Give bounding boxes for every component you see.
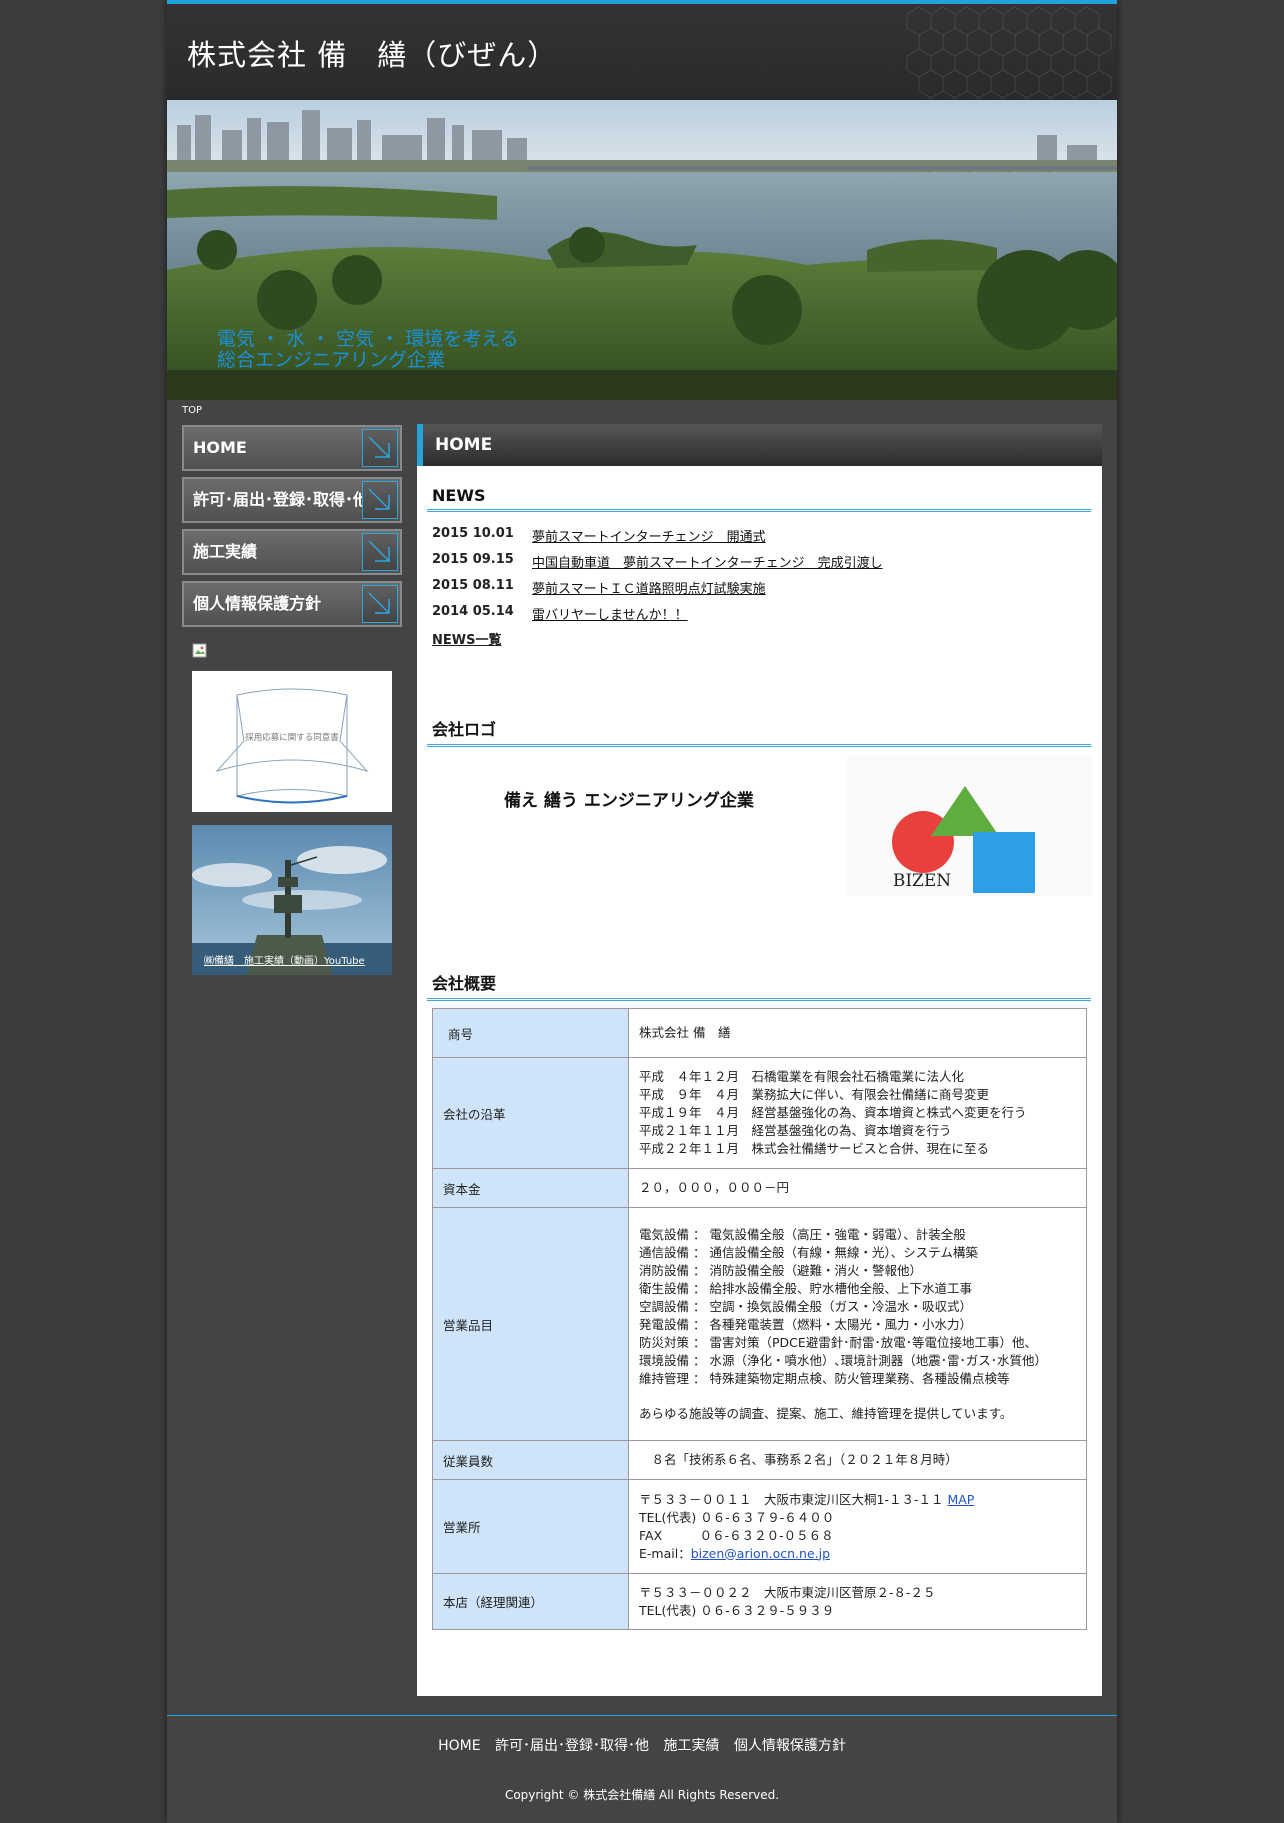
footer-link-works[interactable]: 施工実績 <box>663 1738 719 1754</box>
news-link[interactable]: 夢前スマートインターチェンジ 開通式 <box>532 526 766 545</box>
row-key: 営業所 <box>432 1479 629 1574</box>
history-line: 平成２２年１１月 株式会社備繕サービスと合併、現在に至る <box>639 1141 990 1156</box>
table-row: 商号 株式会社 備 繕 <box>432 1008 1087 1058</box>
youtube-video-banner[interactable]: ㈱備繕 施工実績（動画）YouTube <box>192 825 392 975</box>
arrow-down-right-icon <box>362 585 398 623</box>
row-key: 会社の沿革 <box>432 1057 629 1169</box>
broken-image-icon[interactable] <box>192 643 208 659</box>
row-value: 平成 ４年１２月 石橋電業を有限会社石橋電業に法人化 平成 ９年 ４月 業務拡大… <box>628 1057 1087 1169</box>
table-row: 営業所 〒５３３－００１１ 大阪市東淀川区大桐1-１３-１１ MAP TEL(代… <box>432 1479 1087 1574</box>
page-wrapper: 株式会社 備 繕（びぜん） 電気 ・ 水 ・ 空気 ・ 環境を考える 総合エンジ… <box>167 0 1117 1823</box>
row-value: ２０，０００，０００－円 <box>628 1168 1087 1208</box>
email-link[interactable]: bizen@arion.ocn.ne.jp <box>691 1546 830 1561</box>
business-line: 環境設備 ： 水源（浄化・噴水他）､環境計測器（地震･雷･ガス･水質他） <box>639 1352 1047 1368</box>
breadcrumb[interactable]: TOP <box>182 405 202 416</box>
hero-tagline: 電気 ・ 水 ・ 空気 ・ 環境を考える 総合エンジニアリング企業 <box>217 329 519 371</box>
consent-banner-text: 採用応募に関する同意書 <box>245 732 339 743</box>
row-key: 営業品目 <box>432 1207 629 1441</box>
news-date: 2015 09.15 <box>432 552 514 567</box>
table-row: 会社の沿革 平成 ４年１２月 石橋電業を有限会社石橋電業に法人化 平成 ９年 ４… <box>432 1057 1087 1169</box>
logo-slogan: 備え 繕う エンジニアリング企業 <box>504 791 754 811</box>
hero-banner: 電気 ・ 水 ・ 空気 ・ 環境を考える 総合エンジニアリング企業 <box>167 100 1117 400</box>
office-fax: FAX ０６-６３２０-０５６８ <box>639 1527 834 1543</box>
nav-privacy-button[interactable]: 個人情報保護方針 <box>182 581 402 627</box>
footer-divider <box>167 1715 1117 1716</box>
logo-wordmark: BIZEN <box>893 871 951 891</box>
history-line: 平成 ９年 ４月 業務拡大に伴い、有限会社備繕に商号変更 <box>639 1087 990 1102</box>
email-label: E-mail： <box>639 1545 691 1561</box>
table-row: 従業員数 ８名「技術系６名、事務系２名」（２０２１年８月時） <box>432 1440 1087 1480</box>
row-value: ８名「技術系６名、事務系２名」（２０２１年８月時） <box>628 1440 1087 1480</box>
footer-navigation: HOME 許可･届出･登録･取得･他 施工実績 個人情報保護方針 <box>167 1735 1117 1755</box>
business-note: あらゆる施設等の調査、提案、施工、維持管理を提供しています。 <box>639 1405 1013 1421</box>
consent-form-banner[interactable]: 採用応募に関する同意書 <box>192 671 392 812</box>
news-link[interactable]: 中国自動車道 夢前スマートインターチェンジ 完成引渡し <box>532 552 883 571</box>
business-line: 維持管理 ： 特殊建築物定期点検、防火管理業務、各種設備点検等 <box>639 1370 1010 1386</box>
nav-home-label: HOME <box>193 438 247 457</box>
main-content: NEWS 2015 10.01 夢前スマートインターチェンジ 開通式 2015 … <box>417 466 1102 1696</box>
business-line: 電気設備 ： 電気設備全般（高圧・強電・弱電）、計装全般 <box>639 1226 966 1242</box>
overview-section-title: 会社概要 <box>427 970 1091 1001</box>
history-line: 平成２１年１１月 経営基盤強化の為、資本増資を行う <box>639 1123 952 1138</box>
news-link[interactable]: 雷バリヤーしませんか！！ <box>532 604 688 623</box>
logo-section-title: 会社ロゴ <box>427 716 1091 747</box>
table-row: 本店（経理関連） 〒５３３－００２２ 大阪市東淀川区菅原２-８-２５ TEL(代… <box>432 1573 1087 1630</box>
bizen-logo: BIZEN <box>847 756 1092 896</box>
nav-privacy-label: 個人情報保護方針 <box>193 594 322 613</box>
news-date: 2014 05.14 <box>432 604 514 619</box>
news-date: 2015 10.01 <box>432 526 514 541</box>
row-key: 本店（経理関連） <box>432 1573 629 1630</box>
footer-link-home[interactable]: HOME <box>438 1738 480 1754</box>
arrow-down-right-icon <box>362 481 398 519</box>
arrow-down-right-icon <box>362 533 398 571</box>
row-value: 〒５３３－００２２ 大阪市東淀川区菅原２-８-２５ TEL(代表) ０６-６３２… <box>628 1573 1087 1630</box>
nav-works-label: 施工実績 <box>193 542 258 561</box>
row-key: 資本金 <box>432 1168 629 1208</box>
company-overview-table: 商号 株式会社 備 繕 会社の沿革 平成 ４年１２月 石橋電業を有限会社石橋電業… <box>432 1008 1087 1630</box>
headoffice-address: 〒５３３－００２２ 大阪市東淀川区菅原２-８-２５ <box>639 1584 936 1600</box>
table-row: 営業品目 電気設備 ： 電気設備全般（高圧・強電・弱電）、計装全般 通信設備 ：… <box>432 1207 1087 1441</box>
business-line: 防災対策 ： 雷害対策（PDCE避雷針･耐雷･放電･等電位接地工事）他、 <box>639 1334 1037 1350</box>
nav-home-button[interactable]: HOME <box>182 425 402 471</box>
history-line: 平成 ４年１２月 石橋電業を有限会社石橋電業に法人化 <box>639 1069 965 1084</box>
row-key: 従業員数 <box>432 1440 629 1480</box>
page-title: HOME <box>417 424 1102 466</box>
business-line: 通信設備 ： 通信設備全般（有線・無線・光）、システム構築 <box>639 1244 978 1260</box>
row-value: 電気設備 ： 電気設備全般（高圧・強電・弱電）、計装全般 通信設備 ： 通信設備… <box>628 1207 1087 1441</box>
headoffice-tel: TEL(代表) ０６-６３２９-５９３９ <box>639 1602 835 1618</box>
tagline-line-1: 電気 ・ 水 ・ 空気 ・ 環境を考える <box>217 328 519 350</box>
business-line: 空調設備 ： 空調・換気設備全般（ガス・冷温水・吸収式） <box>639 1298 972 1314</box>
side-navigation: HOME 許可･届出･登録･取得･他 施工実績 個人情報保護方針 <box>182 425 402 633</box>
map-link[interactable]: MAP <box>947 1492 974 1507</box>
news-section-title: NEWS <box>427 486 1091 512</box>
news-date: 2015 08.11 <box>432 578 514 593</box>
business-line: 衛生設備 ： 給排水設備全般、貯水槽他全般、上下水道工事 <box>639 1280 972 1296</box>
history-line: 平成１９年 ４月 経営基盤強化の為、資本増資と株式へ変更を行う <box>639 1105 1027 1120</box>
site-title[interactable]: 株式会社 備 繕（びぜん） <box>187 32 557 74</box>
footer-link-privacy[interactable]: 個人情報保護方針 <box>734 1738 846 1754</box>
row-value: 株式会社 備 繕 <box>628 1008 1087 1058</box>
site-header: 株式会社 備 繕（びぜん） <box>167 4 1117 100</box>
hexagon-pattern <box>906 6 1112 99</box>
youtube-video-caption[interactable]: ㈱備繕 施工実績（動画）YouTube <box>204 952 365 967</box>
copyright: Copyright © 株式会社備繕 All Rights Reserved. <box>504 1788 780 1802</box>
row-value: 〒５３３－００１１ 大阪市東淀川区大桐1-１３-１１ MAP TEL(代表) ０… <box>628 1479 1087 1574</box>
news-link[interactable]: 夢前スマートＩＣ道路照明点灯試験実施 <box>532 578 766 597</box>
news-list-link[interactable]: NEWS一覧 <box>432 629 501 648</box>
table-row: 資本金 ２０，０００，０００－円 <box>432 1168 1087 1208</box>
arrow-down-right-icon <box>362 429 398 467</box>
scroll-document-image: 採用応募に関する同意書 <box>215 688 369 804</box>
business-line: 発電設備 ： 各種発電装置（燃料・太陽光・風力・小水力） <box>639 1316 972 1332</box>
office-address: 〒５３３－００１１ 大阪市東淀川区大桐1-１３-１１ <box>639 1491 944 1507</box>
row-key: 商号 <box>432 1008 629 1058</box>
business-line: 消防設備 ： 消防設備全般（避難・消火・警報他） <box>639 1262 922 1278</box>
nav-permits-label: 許可･届出･登録･取得･他 <box>193 490 370 509</box>
office-tel: TEL(代表) ０６-６３７９-６４００ <box>639 1509 835 1525</box>
nav-permits-button[interactable]: 許可･届出･登録･取得･他 <box>182 477 402 523</box>
footer-link-permits[interactable]: 許可･届出･登録･取得･他 <box>495 1738 649 1754</box>
tagline-line-2: 総合エンジニアリング企業 <box>217 349 446 371</box>
nav-works-button[interactable]: 施工実績 <box>182 529 402 575</box>
